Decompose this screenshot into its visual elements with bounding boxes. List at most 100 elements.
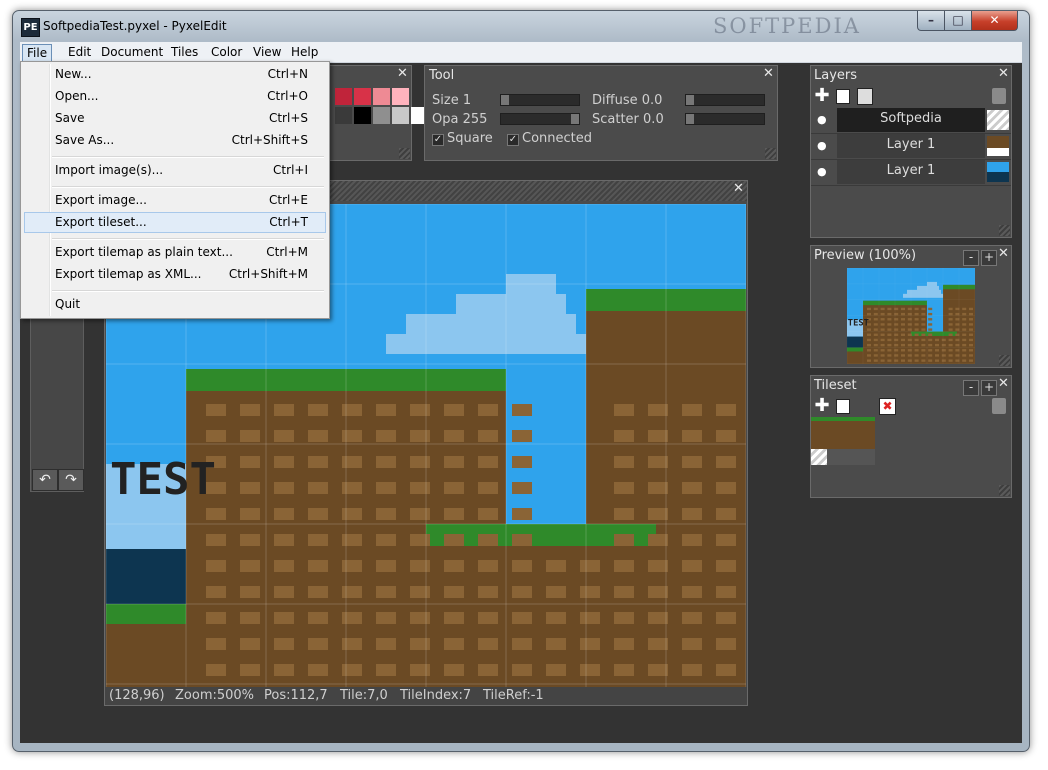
delete-layer-icon[interactable] — [992, 88, 1006, 104]
scatter-slider[interactable] — [685, 113, 765, 125]
menu-view[interactable]: View — [249, 44, 285, 60]
layer-name: Layer 1 — [837, 134, 985, 158]
layer-row[interactable]: ● Layer 1 — [811, 160, 1011, 186]
layers-close-button[interactable]: ✕ — [998, 66, 1009, 81]
menu-item-quit[interactable]: Quit — [24, 294, 326, 315]
menu-item-import-images[interactable]: Import image(s)... Ctrl+I — [24, 160, 326, 181]
menu-item-label: Quit — [55, 297, 81, 311]
menu-item-new[interactable]: New... Ctrl+N — [24, 64, 326, 85]
menu-item-label: Export tilemap as XML... — [55, 267, 202, 281]
layer-row[interactable]: ● Softpedia — [811, 108, 1011, 134]
menu-separator — [52, 238, 324, 240]
connected-label: Connected — [522, 131, 593, 146]
layer-name: Softpedia — [837, 108, 985, 132]
status-zoom: Zoom:500% — [175, 688, 255, 703]
square-checkbox[interactable]: ✓ — [432, 134, 444, 146]
duplicate-layer-icon[interactable] — [836, 89, 850, 104]
layer-thumbnail — [987, 110, 1009, 130]
menu-item-shortcut: Ctrl+I — [273, 163, 308, 177]
square-label: Square — [447, 131, 493, 146]
size-slider[interactable] — [500, 94, 580, 106]
color-swatch[interactable] — [373, 107, 390, 124]
menu-item-export-tilemap-xml[interactable]: Export tilemap as XML... Ctrl+Shift+M — [24, 264, 326, 285]
merge-layer-icon[interactable] — [857, 88, 873, 105]
menu-file[interactable]: File — [22, 44, 53, 62]
color-swatch[interactable] — [354, 88, 371, 105]
title-bar[interactable]: PE SoftpediaTest.pyxel - PyxelEdit SOFTP… — [13, 11, 1029, 41]
water — [106, 549, 186, 604]
menu-color[interactable]: Color — [207, 44, 246, 60]
eye-icon[interactable]: ● — [817, 139, 827, 152]
diffuse-label: Diffuse 0.0 — [592, 93, 663, 108]
ground — [426, 524, 656, 687]
color-swatch[interactable] — [335, 107, 352, 124]
resize-grip[interactable] — [999, 355, 1010, 366]
diffuse-slider[interactable] — [685, 94, 765, 106]
layer-row[interactable]: ● Layer 1 — [811, 134, 1011, 160]
menu-help[interactable]: Help — [287, 44, 322, 60]
preview-close-button[interactable]: ✕ — [998, 246, 1009, 261]
menu-item-shortcut: Ctrl+M — [266, 245, 308, 259]
close-button[interactable]: ✕ — [971, 11, 1018, 31]
menu-edit[interactable]: Edit — [64, 44, 95, 60]
menu-item-shortcut: Ctrl+T — [269, 215, 308, 229]
menu-document[interactable]: Document — [97, 44, 167, 60]
color-swatch[interactable] — [335, 88, 352, 105]
status-pos: Pos:112,7 — [264, 688, 328, 703]
status-tile-index: TileIndex:7 — [400, 688, 472, 703]
tool-panel: Tool ✕ Size 1 Diffuse 0.0 Opa 255 Scatte… — [424, 65, 778, 161]
delete-tile-icon[interactable] — [992, 398, 1006, 414]
add-tile-icon[interactable]: ✚ — [814, 397, 830, 415]
color-swatch[interactable] — [392, 107, 409, 124]
duplicate-tile-icon[interactable] — [836, 399, 850, 414]
preview-zoom-in-button[interactable]: + — [981, 250, 997, 266]
maximize-button[interactable]: □ — [944, 11, 972, 31]
resize-grip[interactable] — [765, 148, 776, 159]
tileset-zoom-in-button[interactable]: + — [981, 380, 997, 396]
menu-item-shortcut: Ctrl+Shift+S — [231, 133, 308, 147]
menu-item-export-tilemap-text[interactable]: Export tilemap as plain text... Ctrl+M — [24, 242, 326, 263]
menu-item-save-as[interactable]: Save As... Ctrl+Shift+S — [24, 130, 326, 151]
opacity-slider[interactable] — [500, 113, 580, 125]
preview-zoom-out-button[interactable]: - — [963, 250, 979, 266]
menu-item-save[interactable]: Save Ctrl+S — [24, 108, 326, 129]
tileset-zoom-out-button[interactable]: - — [963, 380, 979, 396]
tool-close-button[interactable]: ✕ — [763, 66, 774, 81]
layers-panel: Layers ✕ ✚ ● Softpedia ● Layer 1 ● Layer… — [810, 65, 1012, 238]
canvas-close-button[interactable]: ✕ — [733, 181, 744, 196]
eye-icon[interactable]: ● — [817, 165, 827, 178]
connected-checkbox[interactable]: ✓ — [507, 134, 519, 146]
menu-item-shortcut: Ctrl+E — [269, 193, 308, 207]
opacity-label: Opa 255 — [432, 112, 488, 127]
color-swatch[interactable] — [373, 88, 390, 105]
eye-icon[interactable]: ● — [817, 113, 827, 126]
menu-item-export-image[interactable]: Export image... Ctrl+E — [24, 190, 326, 211]
color-swatch[interactable] — [354, 107, 371, 124]
resize-grip[interactable] — [999, 225, 1010, 236]
color-swatch[interactable] — [392, 88, 409, 105]
preview-title: Preview (100%) — [814, 248, 917, 263]
menu-item-export-tileset[interactable]: Export tileset... Ctrl+T — [24, 212, 326, 233]
status-bar: (128,96) Zoom:500% Pos:112,7 Tile:7,0 Ti… — [105, 687, 747, 705]
menu-item-open[interactable]: Open... Ctrl+O — [24, 86, 326, 107]
redo-button[interactable]: ↷ — [58, 469, 84, 491]
resize-grip[interactable] — [999, 485, 1010, 496]
menu-separator — [52, 156, 324, 158]
tile-grid[interactable] — [811, 417, 875, 465]
tileset-panel: Tileset - + ✕ ✚ ✖ — [810, 375, 1012, 498]
tileset-close-button[interactable]: ✕ — [998, 376, 1009, 391]
palette-close-button[interactable]: ✕ — [397, 66, 408, 81]
minimize-button[interactable]: – — [917, 11, 945, 31]
remove-tile-icon[interactable]: ✖ — [879, 398, 896, 415]
menu-item-shortcut: Ctrl+Shift+M — [228, 267, 308, 281]
ground — [911, 331, 957, 364]
app-icon: PE — [21, 18, 40, 37]
layer-name: Layer 1 — [837, 160, 985, 184]
layer-thumbnail — [987, 162, 1009, 182]
menu-tiles[interactable]: Tiles — [167, 44, 202, 60]
menu-item-label: Import image(s)... — [55, 163, 164, 177]
undo-button[interactable]: ↶ — [32, 469, 58, 491]
add-layer-icon[interactable]: ✚ — [814, 87, 830, 105]
resize-grip[interactable] — [399, 148, 410, 159]
left-toolbar: ↶ ↷ — [30, 300, 84, 492]
